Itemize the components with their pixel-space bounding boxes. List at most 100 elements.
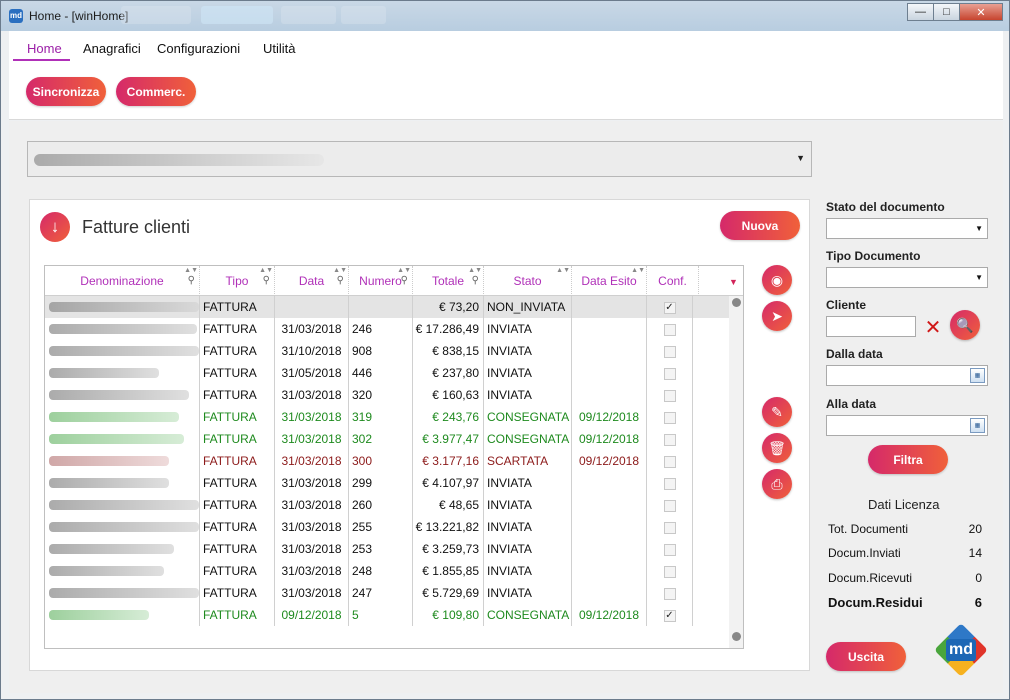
vertical-scrollbar[interactable] — [729, 296, 743, 648]
filter-icon[interactable]: ⚲ — [472, 275, 479, 286]
eye-icon[interactable]: ◉ — [762, 265, 792, 295]
chevron-down-icon: ▼ — [796, 153, 805, 163]
conf-checkbox[interactable] — [663, 367, 676, 380]
table-row[interactable]: FATTURA 31/03/2018 299 € 4.107,97 INVIATA — [45, 472, 729, 494]
filter-icon[interactable]: ⚲ — [401, 275, 408, 286]
column-label: Totale — [431, 274, 465, 288]
esito-cell — [572, 472, 647, 494]
license-value: 0 — [975, 571, 982, 585]
table-row[interactable]: FATTURA 31/03/2018 320 € 160,63 INVIATA — [45, 384, 729, 406]
sort-icon[interactable]: ▲▼ — [631, 267, 645, 274]
table-row[interactable]: FATTURA € 73,20 NON_INVIATA ✓ — [45, 296, 729, 318]
table-row[interactable]: FATTURA 09/12/2018 5 € 109,80 CONSEGNATA 09/1… — [45, 604, 729, 626]
denominazione-cell — [45, 362, 200, 384]
conf-checkbox[interactable] — [663, 499, 676, 512]
filter-icon[interactable]: ⚲ — [188, 275, 195, 286]
search-icon[interactable]: 🔍 — [950, 310, 980, 340]
conf-checkbox[interactable] — [663, 345, 676, 358]
main-area: ▼ ↓ Fatture clienti Nuova Denominazione ⚲… — [9, 121, 1003, 693]
table-row[interactable]: FATTURA 31/10/2018 908 € 838,15 INVIATA — [45, 340, 729, 362]
alla-data-input[interactable]: ▦ — [826, 415, 988, 436]
sort-icon[interactable]: ▲▼ — [184, 267, 198, 274]
sincronizza-button[interactable]: Sincronizza — [26, 77, 106, 106]
tipo-cell: FATTURA — [200, 516, 275, 538]
data-cell: 31/03/2018 — [275, 516, 349, 538]
minimize-icon[interactable]: — — [907, 3, 934, 21]
scroll-down-thumb[interactable] — [732, 632, 741, 641]
conf-checkbox[interactable] — [663, 587, 676, 600]
stato-select[interactable]: ▼ — [826, 218, 988, 239]
table-row[interactable]: FATTURA 31/03/2018 253 € 3.259,73 INVIATA — [45, 538, 729, 560]
conf-checkbox[interactable] — [663, 433, 676, 446]
calendar-icon[interactable]: ▦ — [970, 368, 985, 383]
pencil-icon[interactable]: ✎ — [762, 397, 792, 427]
conf-checkbox[interactable]: ✓ — [663, 301, 676, 314]
print-icon[interactable]: ⎙ — [762, 469, 792, 499]
nuova-button[interactable]: Nuova — [720, 211, 800, 240]
menu-home[interactable]: Home — [27, 41, 62, 56]
column-label: Tipo — [225, 274, 249, 288]
sort-icon[interactable]: ▲▼ — [556, 267, 570, 274]
column-header[interactable]: Conf. — [647, 266, 699, 296]
column-header[interactable]: Numero ⚲ ▲▼ — [349, 266, 413, 296]
conf-checkbox[interactable] — [663, 477, 676, 490]
totale-cell: € 3.177,16 — [413, 450, 484, 472]
table-row[interactable]: FATTURA 31/03/2018 319 € 243,76 CONSEGNATA 09… — [45, 406, 729, 428]
column-header[interactable]: Tipo ⚲ ▲▼ — [200, 266, 275, 296]
table-row[interactable]: FATTURA 31/03/2018 260 € 48,65 INVIATA — [45, 494, 729, 516]
menu-anagrafici[interactable]: Anagrafici — [83, 41, 141, 56]
table-row[interactable]: FATTURA 31/05/2018 446 € 237,80 INVIATA — [45, 362, 729, 384]
menu-utilita[interactable]: Utilità — [263, 41, 296, 56]
esito-cell: 09/12/2018 — [572, 604, 647, 626]
sort-icon[interactable]: ▲▼ — [468, 267, 482, 274]
table-row[interactable]: FATTURA 31/03/2018 300 € 3.177,16 SCARTATA 09… — [45, 450, 729, 472]
send-icon[interactable]: ➤ — [762, 301, 792, 331]
calendar-icon[interactable]: ▦ — [970, 418, 985, 433]
table-row[interactable]: FATTURA 31/03/2018 302 € 3.977,47 CONSEGNATA… — [45, 428, 729, 450]
sort-icon[interactable]: ▲▼ — [259, 267, 273, 274]
license-row: Docum.Ricevuti 0 — [828, 571, 982, 585]
filter-icon[interactable]: ⚲ — [263, 275, 270, 286]
column-chooser-icon[interactable]: ▼ — [729, 277, 738, 287]
conf-checkbox[interactable] — [663, 565, 676, 578]
menu-configurazioni[interactable]: Configurazioni — [157, 41, 240, 56]
column-header[interactable]: Data ⚲ ▲▼ — [275, 266, 349, 296]
conf-checkbox[interactable] — [663, 411, 676, 424]
data-cell: 31/05/2018 — [275, 362, 349, 384]
tipo-cell: FATTURA — [200, 582, 275, 604]
uscita-button[interactable]: Uscita — [826, 642, 906, 671]
scroll-up-thumb[interactable] — [732, 298, 741, 307]
conf-checkbox[interactable] — [663, 323, 676, 336]
totale-cell: € 3.259,73 — [413, 538, 484, 560]
column-header[interactable]: Data Esito ▲▼ — [572, 266, 647, 296]
sort-icon[interactable]: ▲▼ — [333, 267, 347, 274]
conf-checkbox[interactable] — [663, 389, 676, 402]
table-row[interactable]: FATTURA 31/03/2018 248 € 1.855,85 INVIATA — [45, 560, 729, 582]
dalla-data-input[interactable]: ▦ — [826, 365, 988, 386]
filtra-button[interactable]: Filtra — [868, 445, 948, 474]
sort-icon[interactable]: ▲▼ — [397, 267, 411, 274]
trash-icon[interactable]: 🗑 — [762, 433, 792, 463]
maximize-icon[interactable]: □ — [933, 3, 960, 21]
tipo-select[interactable]: ▼ — [826, 267, 988, 288]
collapse-arrow-icon[interactable]: ↓ — [40, 212, 70, 242]
conf-checkbox[interactable] — [663, 455, 676, 468]
close-icon[interactable]: ✕ — [959, 3, 1003, 21]
table-row[interactable]: FATTURA 31/03/2018 255 € 13.221,82 INVIATA — [45, 516, 729, 538]
clear-icon[interactable]: ✕ — [922, 316, 944, 339]
company-select[interactable]: ▼ — [27, 141, 812, 177]
denominazione-cell — [45, 472, 200, 494]
column-header[interactable]: Denominazione ⚲ ▲▼ — [45, 266, 200, 296]
column-header[interactable]: Stato ▲▼ — [484, 266, 572, 296]
filter-icon[interactable]: ⚲ — [337, 275, 344, 286]
column-header[interactable]: Totale ⚲ ▲▼ — [413, 266, 484, 296]
table-row[interactable]: FATTURA 31/03/2018 247 € 5.729,69 INVIATA — [45, 582, 729, 604]
license-value: 20 — [968, 522, 982, 536]
commerc-button[interactable]: Commerc. — [116, 77, 196, 106]
conf-checkbox[interactable] — [663, 543, 676, 556]
conf-checkbox[interactable] — [663, 521, 676, 534]
conf-checkbox[interactable]: ✓ — [663, 609, 676, 622]
cliente-input[interactable] — [826, 316, 916, 337]
blurred-name — [49, 302, 199, 312]
table-row[interactable]: FATTURA 31/03/2018 246 € 17.286,49 INVIATA — [45, 318, 729, 340]
